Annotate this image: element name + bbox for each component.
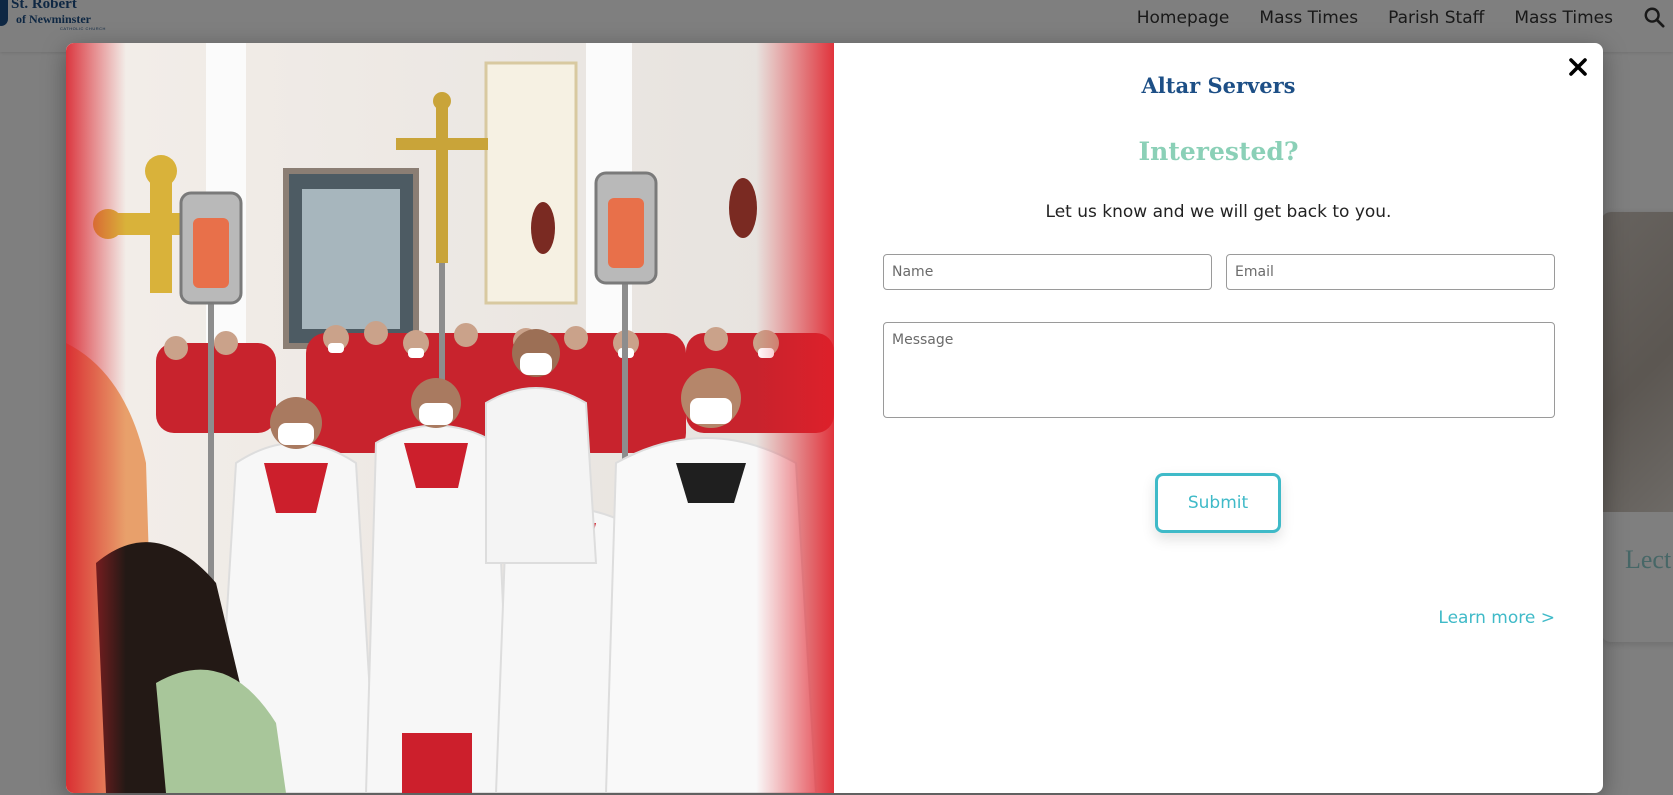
submit-button[interactable]: Submit bbox=[1155, 473, 1281, 533]
message-field[interactable] bbox=[883, 322, 1555, 418]
name-field[interactable] bbox=[883, 254, 1212, 290]
modal-title: Altar Servers bbox=[1141, 73, 1296, 98]
modal-subtitle: Interested? bbox=[1138, 137, 1299, 166]
procession-illustration bbox=[66, 43, 834, 793]
modal-form-panel: Altar Servers Interested? Let us know an… bbox=[834, 43, 1603, 793]
email-field[interactable] bbox=[1226, 254, 1555, 290]
altar-servers-modal: Altar Servers Interested? Let us know an… bbox=[66, 43, 1603, 793]
modal-intro-text: Let us know and we will get back to you. bbox=[1045, 202, 1392, 222]
learn-more-link[interactable]: Learn more > bbox=[1438, 608, 1555, 628]
altar-servers-photo bbox=[66, 43, 834, 793]
